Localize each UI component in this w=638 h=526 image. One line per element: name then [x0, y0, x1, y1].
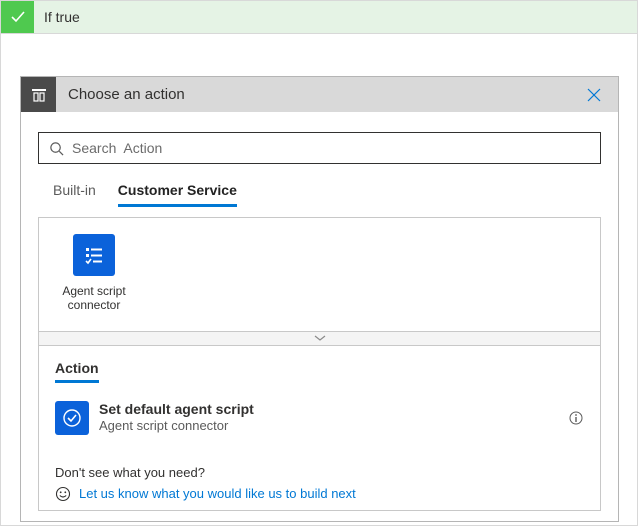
expand-connectors[interactable] — [39, 331, 600, 345]
action-panel-icon — [21, 77, 56, 112]
search-icon — [49, 141, 64, 156]
action-item-subtitle: Agent script connector — [99, 418, 568, 434]
action-heading: Action — [55, 360, 99, 383]
chevron-down-icon — [313, 334, 327, 342]
feedback-link[interactable]: Let us know what you would like us to bu… — [79, 486, 356, 501]
category-tabs: Built-in Customer Service — [38, 182, 601, 207]
smile-icon — [55, 486, 71, 502]
action-info-button[interactable] — [568, 410, 584, 426]
check-icon — [1, 1, 34, 33]
connector-agent-script[interactable]: Agent script connector — [55, 234, 133, 313]
action-item-icon — [55, 401, 89, 435]
condition-branch-title: If true — [34, 1, 80, 33]
connector-label: Agent script connector — [55, 284, 133, 313]
tab-customer-service[interactable]: Customer Service — [118, 182, 237, 207]
search-input[interactable] — [64, 139, 590, 157]
search-input-wrap[interactable] — [38, 132, 601, 164]
action-item-title: Set default agent script — [99, 401, 568, 419]
agent-script-connector-icon — [73, 234, 115, 276]
if-true-bar: If true — [1, 1, 637, 34]
panel-header: Choose an action — [21, 77, 618, 112]
panel-title: Choose an action — [68, 86, 580, 103]
close-icon — [587, 88, 601, 102]
footer-question: Don't see what you need? — [55, 465, 584, 480]
tab-built-in[interactable]: Built-in — [53, 182, 96, 207]
close-button[interactable] — [580, 81, 608, 109]
action-set-default-agent-script[interactable]: Set default agent script Agent script co… — [55, 397, 584, 439]
info-icon — [569, 411, 583, 425]
